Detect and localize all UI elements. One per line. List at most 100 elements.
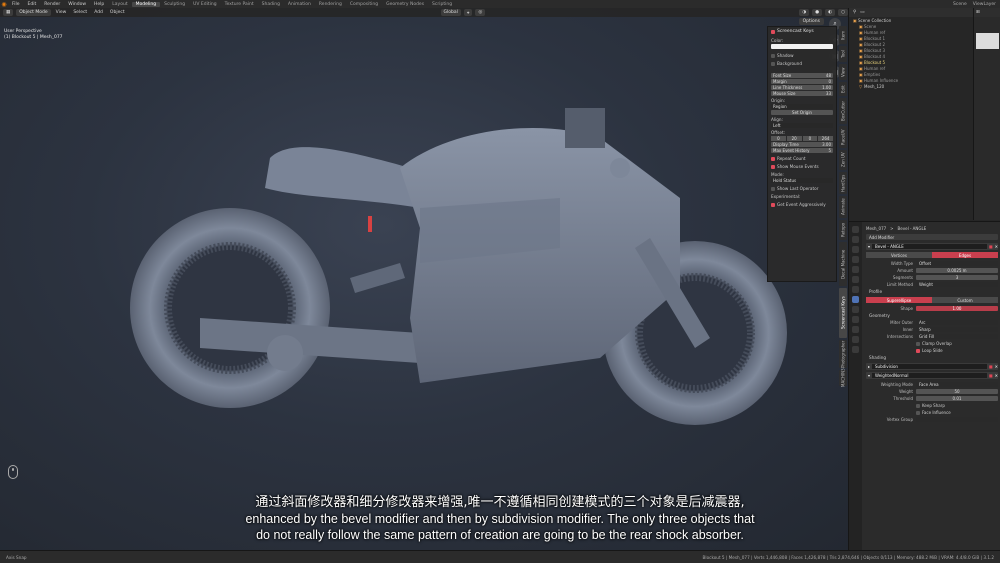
view-layer-tab-icon[interactable] bbox=[852, 256, 859, 263]
menu-render[interactable]: Render bbox=[40, 2, 64, 7]
limit-method-dropdown[interactable]: Weight bbox=[916, 282, 998, 287]
modifier-close-icon[interactable]: ✕ bbox=[995, 373, 998, 378]
modifier-visibility-icon[interactable]: ■ bbox=[989, 373, 993, 378]
miter-outer-dropdown[interactable]: Arc bbox=[916, 320, 998, 325]
width-type-dropdown[interactable]: Offset bbox=[916, 261, 998, 266]
bevel-modifier-name[interactable]: Bevel - ANGLE bbox=[872, 244, 987, 249]
tab-sculpting[interactable]: Sculpting bbox=[160, 2, 189, 7]
expand-icon[interactable]: ▾ bbox=[868, 373, 870, 378]
margin-field[interactable]: Margin 0 bbox=[771, 79, 833, 84]
modifier-visibility-icon[interactable]: ■ bbox=[989, 244, 993, 249]
overlays-icon[interactable]: ◑ bbox=[799, 9, 810, 16]
menu-view[interactable]: View bbox=[54, 10, 69, 15]
tab-geometry-nodes[interactable]: Geometry Nodes bbox=[382, 2, 428, 7]
render-tab-icon[interactable] bbox=[852, 236, 859, 243]
shading-solid-icon[interactable]: ● bbox=[812, 9, 823, 16]
modifier-close-icon[interactable]: ✕ bbox=[995, 244, 998, 249]
tab-machin3[interactable]: MACHIN3 bbox=[839, 369, 847, 387]
material-tab-icon[interactable] bbox=[852, 346, 859, 353]
tool-tab-icon[interactable] bbox=[852, 226, 859, 233]
outliner-row[interactable]: ▽ Mesh_120 bbox=[849, 83, 973, 89]
3d-viewport[interactable]: ▦ Object Mode View Select Add Object Glo… bbox=[0, 8, 848, 550]
inner-dropdown[interactable]: Sharp bbox=[916, 327, 998, 332]
shadow-checkbox[interactable] bbox=[771, 53, 775, 58]
custom-toggle[interactable]: Custom bbox=[932, 297, 998, 303]
modifier-tab-icon[interactable] bbox=[852, 296, 859, 303]
tab-photographer[interactable]: Photographer bbox=[839, 340, 847, 368]
shape-slider[interactable]: 1.00 bbox=[916, 306, 998, 311]
editor-type-button[interactable]: ▦ bbox=[3, 9, 14, 16]
threshold-field[interactable]: 0.01 bbox=[916, 396, 998, 401]
view-layer-selector[interactable]: ViewLayer bbox=[973, 2, 996, 7]
tab-boxcutter[interactable]: BoxCutter bbox=[839, 98, 847, 124]
weighting-mode-dropdown[interactable]: Face Area bbox=[916, 382, 998, 387]
segments-field[interactable]: 3 bbox=[916, 275, 998, 280]
align-dropdown[interactable]: Left bbox=[771, 123, 833, 128]
physics-tab-icon[interactable] bbox=[852, 316, 859, 323]
loop-slide-checkbox[interactable] bbox=[916, 348, 920, 353]
weighted-normal-modifier-header[interactable]: ▾ WeightedNormal ■ ✕ bbox=[866, 372, 998, 379]
object-tab-icon[interactable] bbox=[852, 286, 859, 293]
font-size-field[interactable]: Font Size 48 bbox=[771, 73, 833, 78]
transform-orientation-dropdown[interactable]: Global bbox=[440, 9, 461, 16]
affect-toggle[interactable]: Vertices Edges bbox=[866, 252, 998, 258]
tab-animate[interactable]: Animate bbox=[839, 196, 847, 218]
menu-object[interactable]: Object bbox=[108, 10, 127, 15]
offset-fields[interactable]: 0 20 0 264 bbox=[771, 136, 833, 141]
superellipse-toggle[interactable]: Superellipse bbox=[866, 297, 932, 303]
reference-thumbnail[interactable] bbox=[976, 33, 999, 49]
tab-edit[interactable]: Edit bbox=[839, 82, 847, 96]
vertex-group-field[interactable] bbox=[916, 417, 998, 422]
data-tab-icon[interactable] bbox=[852, 336, 859, 343]
repeat-count-checkbox[interactable] bbox=[771, 156, 775, 161]
options-dropdown[interactable]: Options bbox=[798, 18, 824, 25]
tab-layout[interactable]: Layout bbox=[108, 2, 131, 7]
origin-dropdown[interactable]: Region bbox=[771, 104, 833, 109]
weighted-normal-modifier-name[interactable]: WeightedNormal bbox=[872, 373, 987, 378]
profile-section[interactable]: Profile bbox=[866, 288, 998, 295]
menu-add[interactable]: Add bbox=[92, 10, 105, 15]
intersections-dropdown[interactable]: Grid Fill bbox=[916, 334, 998, 339]
screencast-enable-checkbox[interactable] bbox=[771, 29, 775, 34]
weight-field[interactable]: 50 bbox=[916, 389, 998, 394]
tab-item[interactable]: Item bbox=[839, 26, 847, 44]
amount-field[interactable]: 0.0025 m bbox=[916, 268, 998, 273]
tab-tool[interactable]: Tool bbox=[839, 46, 847, 62]
expand-icon[interactable]: ▸ bbox=[868, 364, 870, 369]
tab-animation[interactable]: Animation bbox=[284, 2, 315, 7]
max-event-history-field[interactable]: Max Event History 5 bbox=[771, 148, 833, 153]
menu-window[interactable]: Window bbox=[64, 2, 90, 7]
color-swatch[interactable] bbox=[771, 44, 833, 49]
tab-texture-paint[interactable]: Texture Paint bbox=[221, 2, 258, 7]
show-last-operator-checkbox[interactable] bbox=[771, 186, 775, 191]
mode-dropdown-sk[interactable]: Hold Status bbox=[771, 178, 833, 183]
tab-decal-machine[interactable]: Decal Machine bbox=[839, 242, 847, 286]
tab-uv-editing[interactable]: UV Editing bbox=[189, 2, 220, 7]
show-mouse-events-checkbox[interactable] bbox=[771, 164, 775, 169]
menu-edit[interactable]: Edit bbox=[24, 2, 41, 7]
keep-sharp-checkbox[interactable] bbox=[916, 403, 920, 408]
proportional-edit-icon[interactable]: ◎ bbox=[475, 9, 486, 16]
menu-select[interactable]: Select bbox=[71, 10, 89, 15]
geometry-section[interactable]: Geometry bbox=[866, 312, 998, 319]
clamp-overlap-checkbox[interactable] bbox=[916, 341, 920, 346]
get-event-aggressively-checkbox[interactable] bbox=[771, 202, 775, 207]
outliner-filter-icon[interactable]: ⚲ bbox=[853, 10, 856, 15]
tab-shading[interactable]: Shading bbox=[258, 2, 284, 7]
tab-compositing[interactable]: Compositing bbox=[346, 2, 382, 7]
mode-dropdown[interactable]: Object Mode bbox=[16, 9, 51, 16]
set-origin-button[interactable]: Set Origin bbox=[771, 110, 833, 115]
add-modifier-button[interactable]: Add Modifier bbox=[866, 234, 998, 240]
profile-toggle[interactable]: Superellipse Custom bbox=[866, 297, 998, 303]
tab-raceuv[interactable]: RaceUV bbox=[839, 126, 847, 148]
menu-help[interactable]: Help bbox=[90, 2, 108, 7]
world-tab-icon[interactable] bbox=[852, 276, 859, 283]
subdivision-modifier-header[interactable]: ▸ Subdivision ■ ✕ bbox=[866, 363, 998, 370]
vertices-toggle[interactable]: Vertices bbox=[866, 252, 932, 258]
shading-rendered-icon[interactable]: ○ bbox=[838, 9, 848, 16]
tab-modeling[interactable]: Modeling bbox=[131, 1, 161, 7]
menu-file[interactable]: File bbox=[8, 2, 24, 7]
tab-retopo[interactable]: Retopo bbox=[839, 220, 847, 240]
tab-view[interactable]: View bbox=[839, 64, 847, 80]
constraints-tab-icon[interactable] bbox=[852, 326, 859, 333]
